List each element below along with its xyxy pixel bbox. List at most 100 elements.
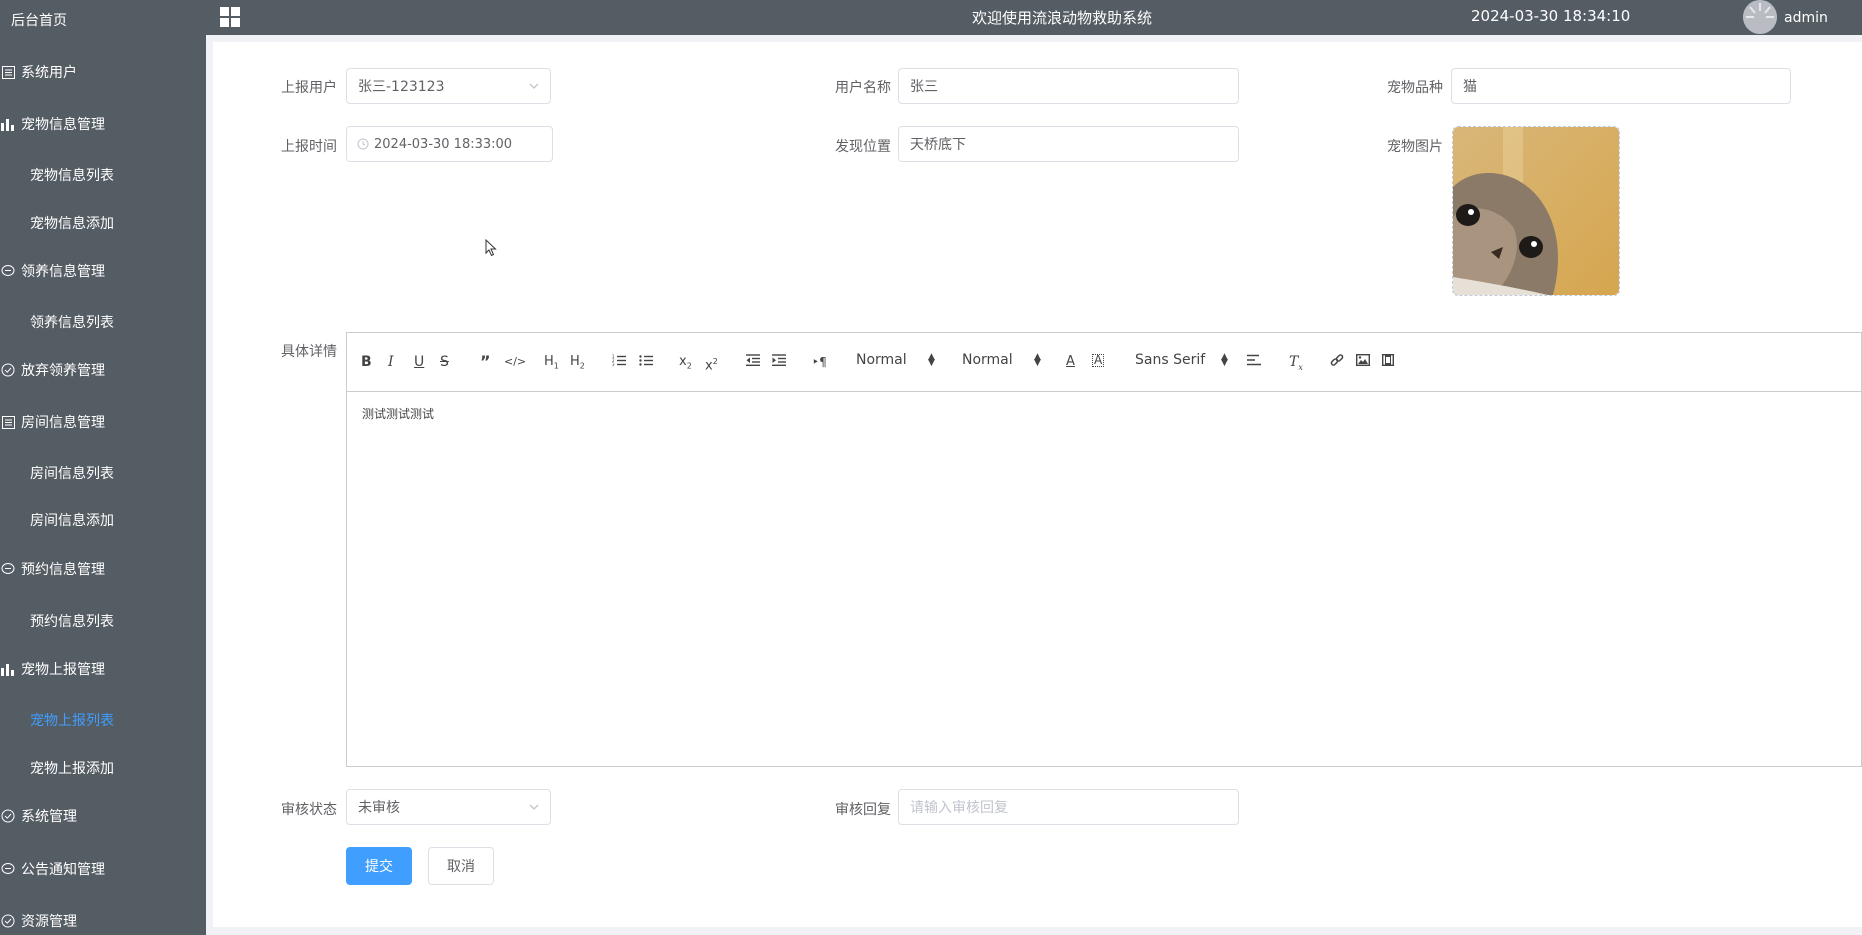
svg-text:3: 3 bbox=[612, 362, 615, 367]
clear-format-icon[interactable]: Tx bbox=[1289, 354, 1303, 376]
sidebar-group-pet-report[interactable]: 宠物上报管理 bbox=[0, 649, 206, 689]
location-input[interactable]: 天桥底下 bbox=[898, 126, 1239, 162]
bar-chart-icon bbox=[1, 662, 15, 676]
updown-icon: ▲ ▼ bbox=[928, 352, 935, 368]
sidebar-group-abandon[interactable]: 放弃领养管理 bbox=[0, 350, 206, 390]
user-name-value: 张三 bbox=[910, 79, 938, 95]
pet-image-label: 宠物图片 bbox=[1387, 139, 1443, 155]
review-status-select[interactable]: 未审核 bbox=[346, 789, 551, 825]
user-name-input[interactable]: 张三 bbox=[898, 68, 1239, 104]
pet-breed-label: 宠物品种 bbox=[1387, 80, 1443, 96]
sidebar-group-appointment[interactable]: 预约信息管理 bbox=[0, 549, 206, 589]
sidebar-item-pet-report-add[interactable]: 宠物上报添加 bbox=[30, 758, 114, 778]
list-icon bbox=[1, 415, 15, 429]
report-time-picker[interactable]: 2024-03-30 18:33:00 bbox=[346, 126, 553, 162]
header-select-value: Normal bbox=[856, 352, 907, 368]
italic-icon[interactable]: I bbox=[388, 354, 394, 370]
sidebar-home-link[interactable]: 后台首页 bbox=[11, 10, 67, 30]
report-user-select[interactable]: 张三-123123 bbox=[346, 68, 551, 104]
sidebar-group-system-management[interactable]: 系统管理 bbox=[0, 796, 206, 836]
chevron-down-icon bbox=[528, 80, 540, 96]
mouse-pointer-icon bbox=[485, 238, 497, 261]
font-select[interactable]: Sans Serif ▲ ▼ bbox=[1135, 352, 1228, 368]
sidebar-group-adoption[interactable]: 领养信息管理 bbox=[0, 251, 206, 291]
pet-breed-input[interactable]: 猫 bbox=[1451, 68, 1791, 104]
sidebar-group-label: 系统管理 bbox=[21, 809, 77, 825]
video-icon[interactable] bbox=[1381, 353, 1395, 370]
ordered-list-icon[interactable]: 123 bbox=[612, 354, 626, 371]
clock-icon bbox=[357, 138, 369, 150]
review-reply-placeholder: 请输入审核回复 bbox=[910, 800, 1008, 816]
sidebar-item-room-list[interactable]: 房间信息列表 bbox=[30, 463, 114, 483]
sidebar-group-resources[interactable]: 资源管理 bbox=[0, 901, 206, 935]
sidebar-item-pet-report-list[interactable]: 宠物上报列表 bbox=[30, 710, 114, 730]
editor-content[interactable]: 测试测试测试 bbox=[362, 405, 434, 422]
text-direction-icon[interactable]: ‣¶ bbox=[812, 354, 827, 370]
sidebar-group-pet-info[interactable]: 宠物信息管理 bbox=[0, 104, 206, 144]
report-time-label: 上报时间 bbox=[281, 139, 337, 155]
sidebar-group-label: 领养信息管理 bbox=[21, 264, 105, 280]
superscript-icon[interactable]: x2 bbox=[705, 354, 718, 374]
check-circle-icon bbox=[1, 809, 15, 823]
avatar[interactable] bbox=[1743, 0, 1777, 34]
list-icon bbox=[1, 65, 15, 79]
bold-icon[interactable]: B bbox=[361, 354, 372, 370]
header-select[interactable]: Normal ▲ ▼ bbox=[856, 352, 935, 368]
strike-icon[interactable]: S bbox=[440, 354, 449, 370]
bullet-list-icon[interactable] bbox=[639, 354, 653, 371]
sidebar-group-label: 系统用户 bbox=[21, 65, 77, 81]
indent-icon[interactable] bbox=[772, 354, 786, 370]
sidebar-item-pet-info-list[interactable]: 宠物信息列表 bbox=[30, 165, 114, 185]
cancel-button[interactable]: 取消 bbox=[428, 847, 494, 885]
updown-icon: ▲ ▼ bbox=[1034, 352, 1041, 368]
submit-button[interactable]: 提交 bbox=[346, 847, 412, 885]
blockquote-icon[interactable]: ” bbox=[480, 354, 491, 370]
underline-icon[interactable]: U bbox=[414, 354, 424, 370]
subscript-icon[interactable]: x2 bbox=[679, 354, 692, 375]
sidebar-item-appointment-list[interactable]: 预约信息列表 bbox=[30, 611, 114, 631]
details-label: 具体详情 bbox=[281, 344, 337, 360]
size-select[interactable]: Normal ▲ ▼ bbox=[962, 352, 1041, 368]
image-icon[interactable] bbox=[1355, 353, 1371, 370]
check-circle-icon bbox=[1, 914, 15, 928]
sidebar-item-pet-info-add[interactable]: 宠物信息添加 bbox=[30, 213, 114, 233]
check-circle-icon bbox=[1, 363, 15, 377]
chat-icon bbox=[1, 862, 15, 876]
location-label: 发现位置 bbox=[835, 139, 891, 155]
review-reply-input[interactable]: 请输入审核回复 bbox=[898, 789, 1239, 825]
report-user-value: 张三-123123 bbox=[358, 79, 445, 95]
pet-image-upload[interactable] bbox=[1452, 126, 1620, 296]
sidebar-item-adoption-list[interactable]: 领养信息列表 bbox=[30, 312, 114, 332]
size-select-value: Normal bbox=[962, 352, 1013, 368]
chevron-down-icon bbox=[528, 801, 540, 817]
outdent-icon[interactable] bbox=[746, 354, 760, 370]
align-icon[interactable] bbox=[1247, 354, 1261, 370]
review-status-value: 未审核 bbox=[358, 800, 400, 816]
sidebar-item-room-add[interactable]: 房间信息添加 bbox=[30, 510, 114, 530]
text-color-icon[interactable]: A bbox=[1066, 354, 1075, 370]
cat-photo bbox=[1453, 127, 1619, 295]
link-icon[interactable] bbox=[1330, 354, 1344, 372]
rich-text-editor: B I U S ” </> H1 H2 123 x2 x2 ‣¶ Normal … bbox=[346, 332, 1862, 767]
sidebar-group-system-users[interactable]: 系统用户 bbox=[0, 52, 206, 92]
header-2-icon[interactable]: H2 bbox=[570, 354, 585, 375]
header-1-icon[interactable]: H1 bbox=[544, 354, 559, 375]
menu-toggle-icon[interactable] bbox=[220, 7, 240, 27]
sidebar-group-label: 房间信息管理 bbox=[21, 415, 105, 431]
user-name-label: 用户名称 bbox=[835, 80, 891, 96]
font-select-value: Sans Serif bbox=[1135, 352, 1206, 368]
sidebar-group-label: 放弃领养管理 bbox=[21, 363, 105, 379]
background-color-icon[interactable]: A bbox=[1092, 354, 1105, 367]
header-datetime: 2024-03-30 18:34:10 bbox=[1471, 7, 1631, 25]
code-block-icon[interactable]: </> bbox=[504, 354, 526, 370]
sidebar-group-announcements[interactable]: 公告通知管理 bbox=[0, 849, 206, 889]
sidebar-group-label: 公告通知管理 bbox=[21, 862, 105, 878]
header-username[interactable]: admin bbox=[1784, 10, 1828, 26]
sidebar-group-label: 宠物信息管理 bbox=[21, 117, 105, 133]
sidebar-group-label: 宠物上报管理 bbox=[21, 662, 105, 678]
bar-chart-icon bbox=[1, 117, 15, 131]
pet-breed-value: 猫 bbox=[1463, 79, 1477, 95]
sidebar-group-label: 预约信息管理 bbox=[21, 562, 105, 578]
sidebar-group-room-info[interactable]: 房间信息管理 bbox=[0, 402, 206, 442]
page-title: 欢迎使用流浪动物救助系统 bbox=[972, 9, 1153, 27]
